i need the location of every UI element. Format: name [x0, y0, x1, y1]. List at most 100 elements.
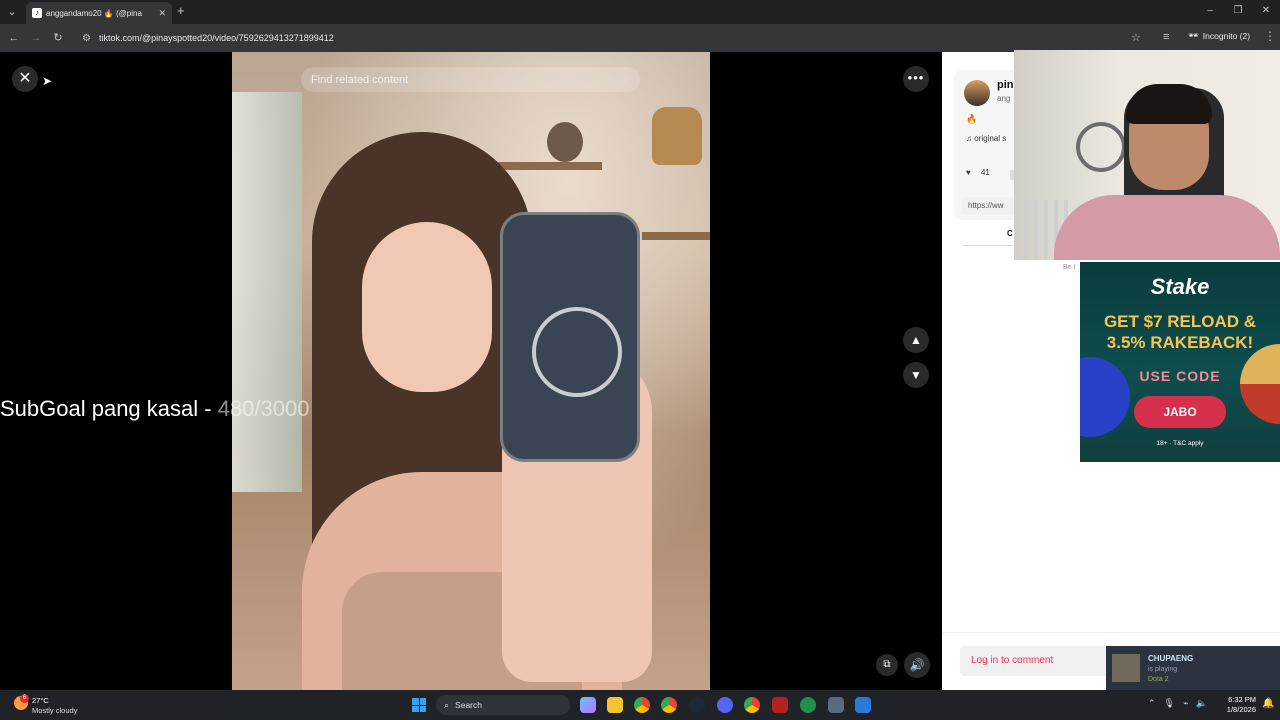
ad-headline: GET $7 RELOAD & 3.5% RAKEBACK!: [1080, 311, 1280, 353]
browser-menu-icon[interactable]: ⋮: [1264, 29, 1276, 43]
tab-close-icon[interactable]: ✕: [158, 8, 166, 19]
webcam-streamer-shirt: [1054, 195, 1280, 260]
steam-icon[interactable]: [689, 697, 705, 713]
window-close-button[interactable]: ✕: [1252, 0, 1280, 22]
video-shelf: [642, 232, 710, 240]
video-basket: [652, 107, 702, 165]
copy-link-field[interactable]: https://ww: [962, 197, 1022, 215]
browser-toolbar: ← → ↻ ⚙ tiktok.com/@pinayspotted20/video…: [0, 24, 1280, 52]
weather-badge: 6: [20, 694, 29, 703]
video-vase: [547, 122, 583, 162]
forward-icon[interactable]: →: [28, 30, 44, 46]
chrome-icon[interactable]: [634, 697, 650, 713]
webcam-streamer-hair: [1126, 84, 1212, 124]
ad-logo: Stake: [1150, 274, 1210, 299]
taskbar-date[interactable]: 1/8/2026: [1224, 705, 1256, 714]
search-icon[interactable]: ⌕: [623, 72, 630, 87]
steam-notification: CHUPAENG is playing Dota 2: [1106, 646, 1280, 690]
ad-use-code: USE CODE: [1139, 368, 1221, 384]
restore-button[interactable]: ❐: [1224, 0, 1252, 22]
reload-icon[interactable]: ↻: [50, 30, 66, 46]
chrome-profile-icon[interactable]: [661, 697, 677, 713]
related-search-bar[interactable]: ⌕: [301, 67, 640, 92]
app-icon[interactable]: [855, 697, 871, 713]
pip-icon[interactable]: ⧉: [876, 654, 898, 676]
taskbar-time[interactable]: 6:32 PM: [1224, 695, 1256, 704]
close-icon[interactable]: ✕: [12, 66, 38, 92]
browser-tab-strip: ⌄ ♪ anggandamo20 🔥 (@pina ✕ + – ❐ ✕: [0, 0, 1280, 24]
incognito-label: Incognito (2): [1202, 30, 1251, 41]
video-phone-ring: [532, 307, 622, 397]
webcam-fan: [1076, 122, 1126, 172]
chevron-up-icon[interactable]: ▲: [903, 327, 929, 353]
incognito-indicator[interactable]: 🕶 Incognito (2): [1188, 30, 1250, 41]
search-icon: ⌕: [444, 699, 450, 710]
subgoal-overlay: SubGoal pang kasal - 480/3000: [0, 396, 309, 422]
author-handle: ang: [997, 94, 1011, 103]
windows-icon[interactable]: [412, 698, 426, 712]
weather-condition[interactable]: Mostly cloudy: [32, 706, 77, 715]
tab-search-icon[interactable]: ⌄: [4, 4, 20, 20]
like-button[interactable]: ♥ 41: [966, 168, 990, 177]
ad-terms: 18+ · T&C apply: [1156, 440, 1204, 447]
login-to-comment-link[interactable]: Log in to comment: [971, 655, 1053, 666]
music-label[interactable]: ♫ original s: [966, 134, 1006, 143]
tab-title: anggandamo20 🔥 (@pina: [46, 8, 142, 18]
chevron-down-icon[interactable]: ▼: [903, 362, 929, 388]
notification-icon[interactable]: 🔔: [1262, 698, 1274, 709]
steam-game: Dota 2: [1148, 676, 1169, 683]
tab-divider: [962, 245, 1022, 246]
ad-wheel: [1240, 344, 1280, 424]
window-controls: – ❐ ✕: [1196, 0, 1280, 22]
video-subject-face: [362, 222, 492, 392]
avatar[interactable]: [964, 80, 990, 106]
video-player[interactable]: [232, 52, 710, 690]
speaker-icon[interactable]: 🔈: [1196, 698, 1207, 709]
more-icon[interactable]: •••: [903, 66, 929, 92]
stake-ad: Stake GET $7 RELOAD & 3.5% RAKEBACK! USE…: [1080, 262, 1280, 462]
heart-icon: ♥: [966, 168, 971, 177]
address-bar[interactable]: ⚙ tiktok.com/@pinayspotted20/video/75926…: [76, 27, 1154, 49]
mouse-cursor-icon: ➤: [42, 74, 53, 88]
microphone-icon[interactable]: 🎙: [1164, 698, 1175, 709]
steam-avatar: [1112, 654, 1140, 682]
tune-icon[interactable]: ⚙: [82, 33, 91, 44]
weather-temperature[interactable]: 27°C: [32, 696, 49, 705]
webcam-overlay: [1014, 50, 1280, 260]
tab-comments[interactable]: C: [1007, 229, 1013, 238]
star-icon[interactable]: ☆: [1131, 31, 1141, 44]
steam-friend-name: CHUPAENG: [1148, 654, 1194, 663]
dota-icon[interactable]: [772, 697, 788, 713]
snipping-icon[interactable]: [828, 697, 844, 713]
related-search-input[interactable]: [311, 73, 624, 86]
video-shelf: [492, 162, 602, 170]
taskbar-search-input[interactable]: [455, 700, 546, 710]
spotify-icon[interactable]: [800, 697, 816, 713]
subgoal-label: SubGoal pang kasal -: [0, 396, 218, 421]
network-icon[interactable]: ⌁: [1183, 698, 1188, 709]
ad-code-button: JABO: [1134, 396, 1226, 428]
discord-icon[interactable]: [717, 697, 733, 713]
subgoal-count: 480/3000: [217, 396, 310, 421]
chrome-alt-icon[interactable]: [744, 697, 760, 713]
copilot-icon[interactable]: [580, 697, 596, 713]
browser-tab[interactable]: ♪ anggandamo20 🔥 (@pina ✕: [26, 2, 172, 24]
url-text: tiktok.com/@pinayspotted20/video/7592629…: [98, 33, 334, 43]
minimize-button[interactable]: –: [1196, 0, 1224, 22]
file-explorer-icon[interactable]: [607, 697, 623, 713]
new-tab-button[interactable]: +: [177, 4, 185, 18]
panel-divider: [942, 632, 1280, 633]
back-icon[interactable]: ←: [6, 30, 22, 46]
ad-headline-line: GET $7 RELOAD &: [1103, 312, 1257, 331]
steam-status: is playing: [1148, 666, 1178, 673]
video-window: [232, 92, 302, 492]
empty-comments-text: Be t: [1063, 264, 1076, 271]
ad-headline-line: 3.5% RAKEBACK!: [1106, 333, 1254, 352]
taskbar-search[interactable]: ⌕: [436, 695, 570, 715]
media-controls-icon[interactable]: ≡: [1163, 31, 1169, 43]
incognito-icon: 🕶: [1188, 30, 1199, 40]
system-tray: ⌃ 🎙 ⌁ 🔈: [1148, 698, 1208, 709]
chevron-up-icon[interactable]: ⌃: [1148, 698, 1156, 709]
author-username[interactable]: pin: [997, 79, 1014, 91]
volume-icon[interactable]: 🔊: [904, 652, 930, 678]
